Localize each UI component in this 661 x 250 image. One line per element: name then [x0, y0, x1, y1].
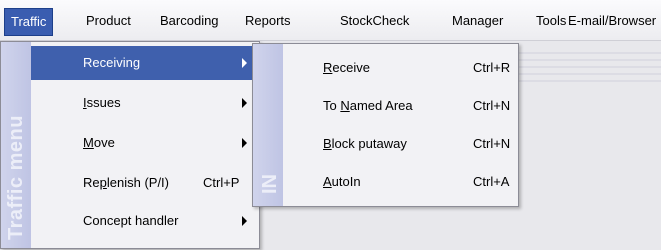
submenu-arrow-icon — [242, 138, 247, 148]
menu-item-move[interactable]: Move — [31, 126, 257, 160]
menu-item-label: Receiving — [83, 55, 141, 70]
traffic-menu-sidebar-title: Traffic menu — [5, 115, 27, 240]
menu-reports[interactable]: Reports — [245, 12, 291, 30]
menu-traffic[interactable]: Traffic — [4, 8, 54, 36]
menu-manager[interactable]: Manager — [452, 12, 503, 30]
menu-item-autoin[interactable]: AutoIn Ctrl+A — [283, 164, 518, 199]
submenu-arrow-icon — [242, 98, 247, 108]
menu-item-label: Receive — [323, 60, 370, 75]
receiving-submenu-sidebar: IN — [253, 44, 283, 206]
menu-stockcheck[interactable]: StockCheck — [340, 12, 409, 30]
receiving-submenu-sidebar-title: IN — [259, 174, 281, 194]
menu-product[interactable]: Product — [86, 12, 131, 30]
menu-item-issues[interactable]: Issues — [31, 86, 257, 120]
shortcut-label: Ctrl+P — [203, 175, 240, 190]
menu-email-browser[interactable]: E-mail/Browser — [568, 12, 656, 30]
menu-item-receive[interactable]: Receive Ctrl+R — [283, 50, 518, 85]
shortcut-label: Ctrl+A — [473, 174, 510, 189]
menu-bar: Traffic Product Barcoding Reports StockC… — [0, 0, 661, 41]
menu-item-label: To Named Area — [323, 98, 413, 113]
shortcut-label: Ctrl+N — [473, 98, 511, 113]
menu-item-label: Block putaway — [323, 136, 407, 151]
menu-barcoding[interactable]: Barcoding — [160, 12, 219, 30]
receiving-submenu: IN Receive Ctrl+R To Named Area Ctrl+N B… — [252, 43, 519, 207]
shortcut-label: Ctrl+R — [473, 60, 511, 75]
shortcut-label: Ctrl+N — [473, 136, 511, 151]
menu-item-to-named-area[interactable]: To Named Area Ctrl+N — [283, 88, 518, 123]
menu-item-block-putaway[interactable]: Block putaway Ctrl+N — [283, 126, 518, 161]
submenu-arrow-icon — [242, 58, 247, 68]
menu-item-label: AutoIn — [323, 174, 361, 189]
menu-item-label: Move — [83, 135, 115, 150]
menu-item-label: Issues — [83, 95, 121, 110]
menu-item-concept-handler[interactable]: Concept handler — [31, 204, 257, 238]
traffic-menu: Traffic menu Receiving Issues Move Reple… — [0, 41, 260, 249]
menu-item-receiving[interactable]: Receiving — [31, 46, 257, 80]
menu-item-replenish[interactable]: Replenish (P/I) Ctrl+P — [31, 166, 257, 200]
menu-tools[interactable]: Tools — [536, 12, 566, 30]
menu-item-label: Concept handler — [83, 213, 179, 228]
submenu-arrow-icon — [242, 216, 247, 226]
menu-item-label: Replenish (P/I) — [83, 175, 169, 190]
traffic-menu-sidebar: Traffic menu — [1, 42, 31, 248]
